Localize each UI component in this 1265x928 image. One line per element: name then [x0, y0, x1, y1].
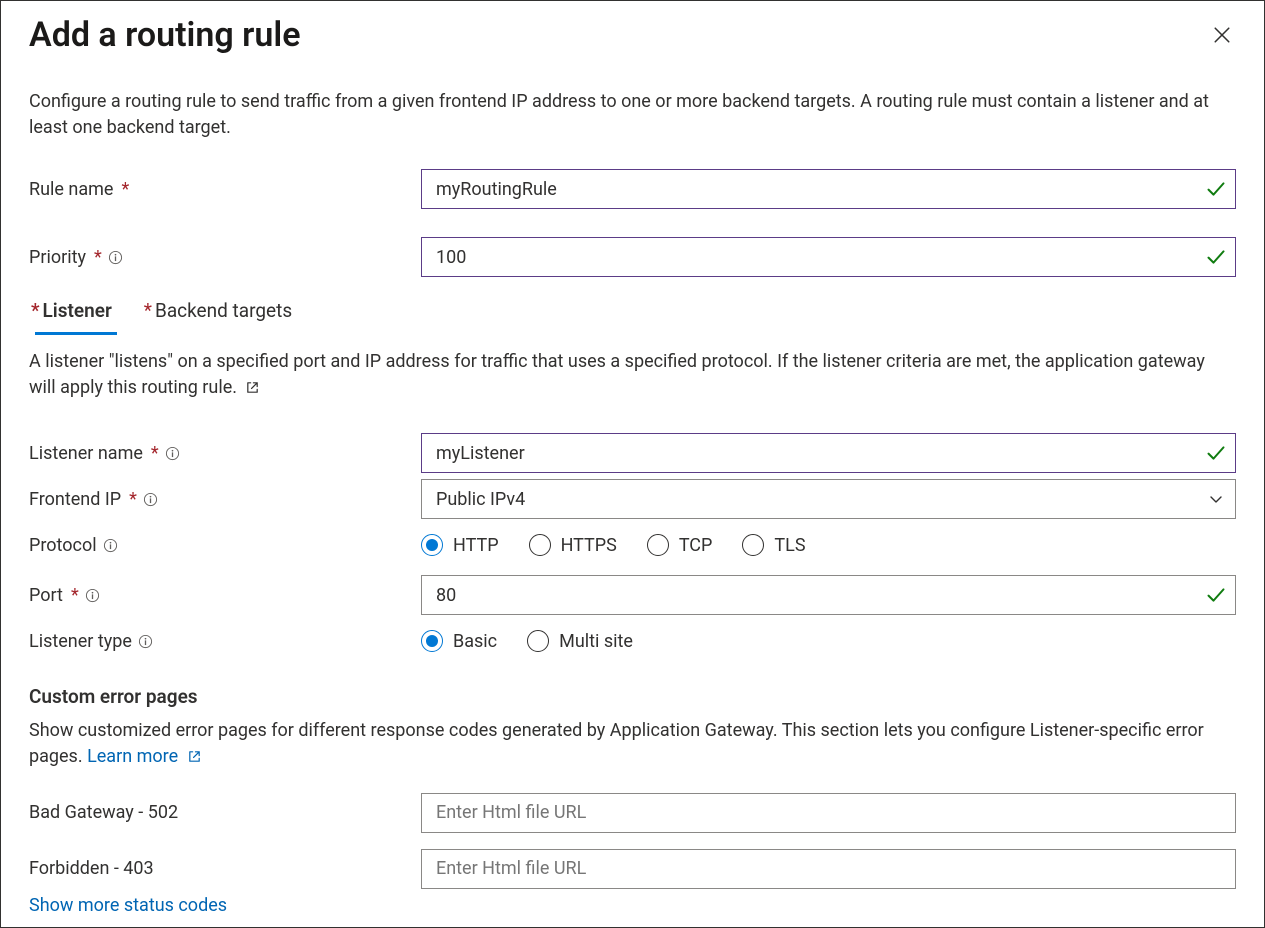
- page-title: Add a routing rule: [29, 15, 301, 55]
- info-icon[interactable]: [108, 249, 124, 265]
- listener-description: A listener "listens" on a specified port…: [29, 349, 1219, 401]
- protocol-label: Protocol: [29, 535, 97, 556]
- protocol-option-https-label: HTTPS: [561, 535, 617, 556]
- frontend-ip-select[interactable]: Public IPv4: [421, 479, 1236, 519]
- protocol-radio-group: HTTP HTTPS TCP TLS: [421, 525, 1236, 565]
- external-link-icon[interactable]: [245, 380, 260, 395]
- radio-icon: [527, 630, 549, 652]
- protocol-option-https[interactable]: HTTPS: [529, 534, 617, 556]
- checkmark-icon: [1206, 585, 1226, 605]
- protocol-option-http-label: HTTP: [453, 535, 499, 556]
- protocol-option-http[interactable]: HTTP: [421, 534, 499, 556]
- radio-icon: [529, 534, 551, 556]
- listener-name-label: Listener name: [29, 443, 143, 464]
- checkmark-icon: [1206, 443, 1226, 463]
- rule-name-label: Rule name: [29, 179, 113, 200]
- listener-type-multi-label: Multi site: [559, 631, 633, 652]
- radio-icon: [742, 534, 764, 556]
- protocol-option-tcp[interactable]: TCP: [647, 534, 713, 556]
- learn-more-text: Learn more: [87, 746, 178, 767]
- info-icon[interactable]: [103, 537, 119, 553]
- protocol-option-tcp-label: TCP: [679, 535, 713, 556]
- close-icon: [1213, 26, 1231, 44]
- custom-error-description: Show customized error pages for differen…: [29, 718, 1219, 770]
- chevron-down-icon: [1208, 491, 1224, 507]
- protocol-option-tls-label: TLS: [774, 535, 805, 556]
- priority-input[interactable]: [421, 237, 1236, 277]
- checkmark-icon: [1206, 179, 1226, 199]
- required-asterisk: *: [121, 179, 129, 200]
- port-label: Port: [29, 585, 63, 606]
- radio-icon: [421, 630, 443, 652]
- tab-bar: * Listener * Backend targets: [29, 293, 1236, 332]
- listener-type-option-basic[interactable]: Basic: [421, 630, 497, 652]
- port-input[interactable]: [421, 575, 1236, 615]
- required-asterisk: *: [71, 585, 79, 606]
- listener-name-input[interactable]: [421, 433, 1236, 473]
- custom-error-heading: Custom error pages: [29, 685, 1236, 708]
- listener-type-option-multi[interactable]: Multi site: [527, 630, 633, 652]
- required-asterisk: *: [129, 489, 137, 510]
- required-asterisk: *: [31, 299, 40, 322]
- info-icon[interactable]: [143, 491, 159, 507]
- tab-backend-targets[interactable]: * Backend targets: [142, 293, 294, 332]
- listener-description-text: A listener "listens" on a specified port…: [29, 351, 1205, 398]
- learn-more-link[interactable]: Learn more: [87, 746, 202, 767]
- rule-name-input[interactable]: [421, 169, 1236, 209]
- intro-text: Configure a routing rule to send traffic…: [29, 89, 1209, 141]
- tab-listener-label: Listener: [43, 299, 112, 322]
- listener-type-label: Listener type: [29, 631, 132, 652]
- external-link-icon: [187, 749, 202, 764]
- radio-icon: [421, 534, 443, 556]
- close-button[interactable]: [1208, 21, 1236, 49]
- protocol-option-tls[interactable]: TLS: [742, 534, 805, 556]
- checkmark-icon: [1206, 247, 1226, 267]
- tab-backend-label: Backend targets: [155, 299, 292, 322]
- listener-type-radio-group: Basic Multi site: [421, 621, 1236, 661]
- active-tab-indicator: [35, 332, 117, 335]
- required-asterisk: *: [94, 247, 102, 268]
- forbidden-label: Forbidden - 403: [29, 858, 154, 879]
- frontend-ip-label: Frontend IP: [29, 489, 121, 510]
- bad-gateway-url-input[interactable]: [421, 793, 1236, 833]
- priority-label: Priority: [29, 247, 86, 268]
- info-icon[interactable]: [138, 633, 154, 649]
- forbidden-url-input[interactable]: [421, 849, 1236, 889]
- tab-listener[interactable]: * Listener: [29, 293, 114, 332]
- frontend-ip-value: Public IPv4: [436, 489, 525, 510]
- radio-icon: [647, 534, 669, 556]
- bad-gateway-label: Bad Gateway - 502: [29, 802, 178, 823]
- required-asterisk: *: [151, 443, 159, 464]
- show-more-status-codes-link[interactable]: Show more status codes: [29, 895, 1236, 916]
- required-asterisk: *: [144, 299, 152, 322]
- custom-error-desc-text: Show customized error pages for differen…: [29, 720, 1204, 767]
- info-icon[interactable]: [165, 445, 181, 461]
- info-icon[interactable]: [85, 587, 101, 603]
- listener-type-basic-label: Basic: [453, 631, 497, 652]
